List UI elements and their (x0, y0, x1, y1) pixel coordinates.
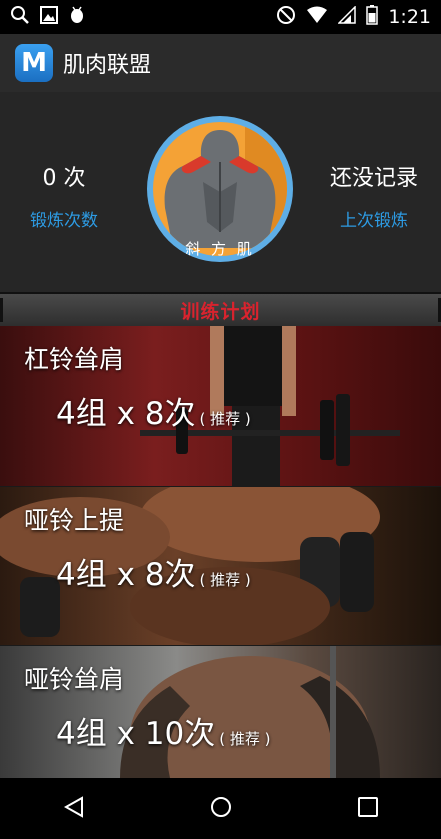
navigation-bar (0, 778, 441, 839)
home-icon[interactable] (209, 795, 233, 823)
image-icon (40, 6, 58, 28)
exercise-name: 杠铃耸肩 (24, 345, 125, 374)
exercise-name: 哑铃耸肩 (24, 665, 125, 694)
muscle-avatar[interactable]: 斜 方 肌 (147, 116, 293, 262)
workout-count-stat: 0 次 锻炼次数 (0, 160, 134, 231)
recommended-note: ( 推荐 ) (199, 410, 251, 428)
last-workout-label: 上次锻炼 (340, 211, 408, 231)
muscle-illustration (153, 122, 287, 256)
muscle-header: 0 次 锻炼次数 斜 方 肌 还没记录 上次锻炼 (0, 92, 441, 292)
app-logo-icon: M (15, 44, 53, 82)
recommended-note: ( 推荐 ) (199, 571, 251, 589)
exercise-card[interactable]: 杠铃耸肩 4组 x 8次( 推荐 ) (0, 326, 441, 489)
app-title: 肌肉联盟 (63, 53, 152, 78)
battery-icon (366, 5, 379, 29)
workout-count-value: 0 次 (42, 166, 86, 191)
exercise-card[interactable]: 哑铃耸肩 4组 x 10次( 推荐 ) (0, 646, 441, 781)
last-workout-stat: 还没记录 上次锻炼 (304, 160, 441, 231)
recents-icon[interactable] (357, 796, 379, 822)
app-bar: M 肌肉联盟 (0, 34, 441, 92)
exercise-sets: 4组 x 8次( 推荐 ) (56, 549, 251, 594)
android-debug-icon (68, 5, 86, 29)
workout-count-label: 锻炼次数 (30, 211, 98, 231)
back-icon[interactable] (62, 795, 86, 823)
clock-time: 1:21 (388, 6, 431, 28)
exercise-sets-value: 4组 x 8次 (56, 557, 196, 593)
exercise-sets-value: 4组 x 8次 (56, 396, 196, 432)
recommended-note: ( 推荐 ) (219, 730, 271, 748)
app-logo-letter: M (21, 48, 47, 78)
do-not-disturb-icon (276, 5, 296, 29)
status-bar: 1:21 (0, 0, 441, 34)
signal-icon (337, 5, 357, 28)
search-icon (10, 5, 30, 29)
muscle-name: 斜 方 肌 (185, 240, 255, 258)
training-plan-title: 训练计划 (180, 300, 261, 323)
exercise-sets-value: 4组 x 10次 (56, 716, 216, 752)
wifi-icon (306, 6, 328, 28)
training-plan-header: 训练计划 (0, 292, 441, 328)
last-workout-value: 还没记录 (329, 166, 418, 191)
exercise-sets: 4组 x 10次( 推荐 ) (56, 708, 270, 753)
exercise-sets: 4组 x 8次( 推荐 ) (56, 388, 251, 433)
exercise-name: 哑铃上提 (24, 506, 125, 535)
exercise-card[interactable]: 哑铃上提 4组 x 8次( 推荐 ) (0, 487, 441, 648)
